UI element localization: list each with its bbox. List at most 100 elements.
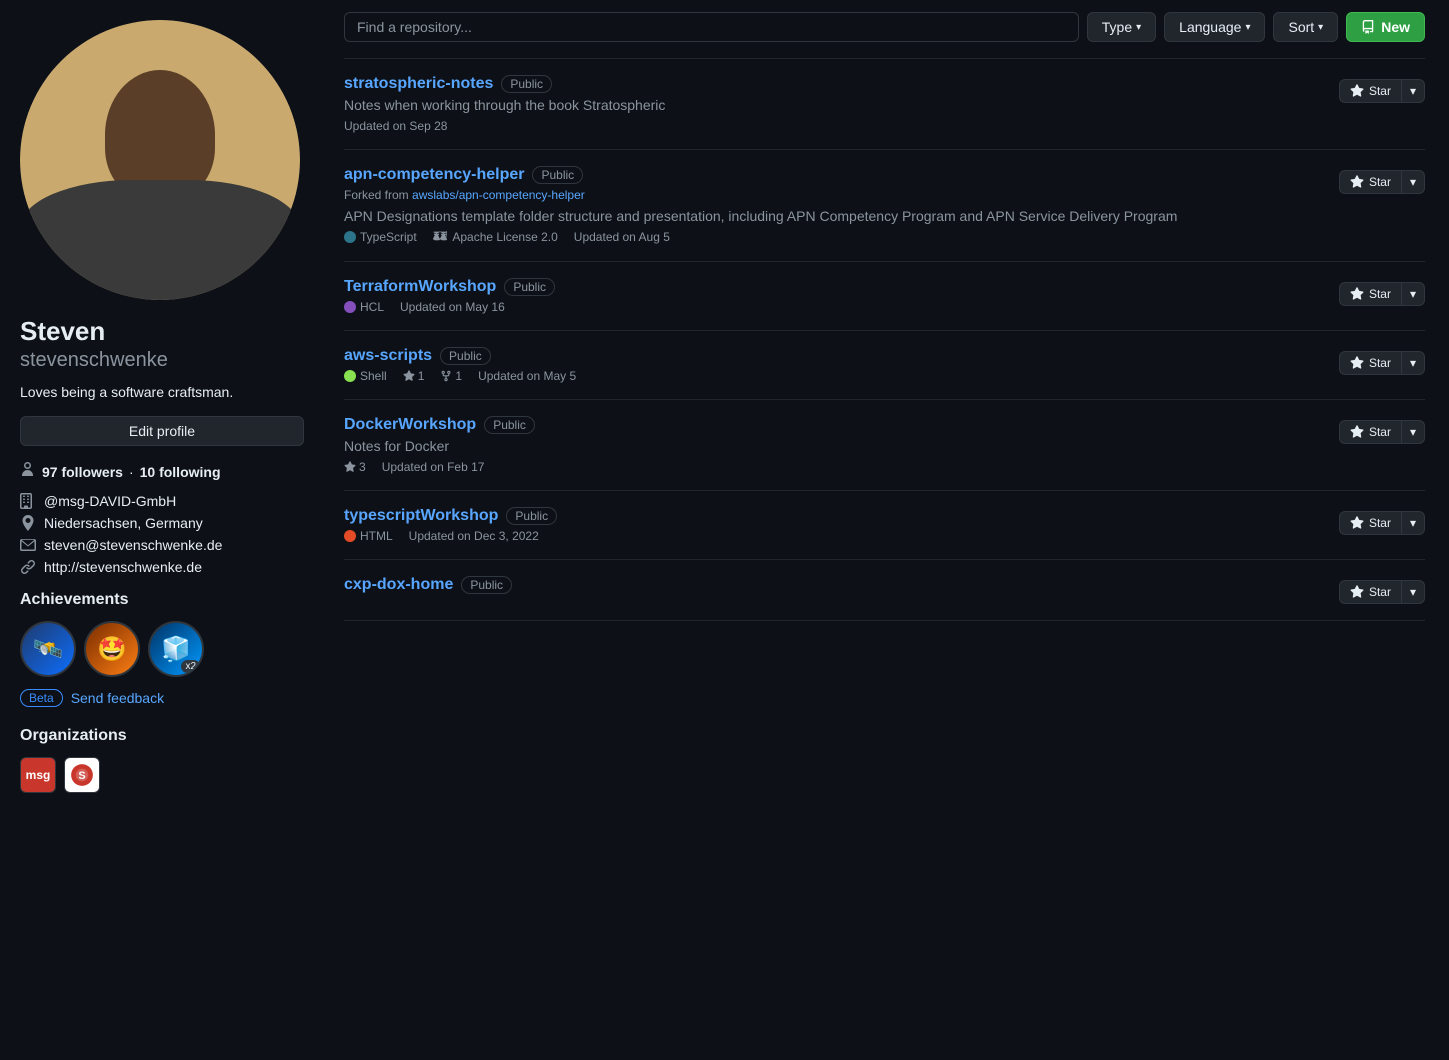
new-repo-icon: [1361, 20, 1375, 34]
repo-name-link[interactable]: DockerWorkshop: [344, 416, 476, 434]
repo-item: typescriptWorkshop Public HTML Updated o…: [344, 490, 1425, 559]
new-repo-button[interactable]: New: [1346, 12, 1425, 42]
repo-name-link[interactable]: cxp-dox-home: [344, 576, 453, 594]
repo-info: stratospheric-notes Public Notes when wo…: [344, 75, 1323, 133]
repo-actions: Star ▾: [1339, 170, 1425, 194]
avatar: 🙂: [20, 20, 300, 300]
repo-name-row: DockerWorkshop Public: [344, 416, 1323, 434]
badge-pair-extraordinaire[interactable]: 🛰️: [20, 621, 76, 677]
badge-starstruck[interactable]: 🤩: [84, 621, 140, 677]
star-icon: [1350, 425, 1364, 439]
search-input[interactable]: [344, 12, 1079, 42]
repo-updated: Updated on Sep 28: [344, 119, 447, 133]
repo-name-link[interactable]: typescriptWorkshop: [344, 507, 498, 525]
visibility-badge: Public: [484, 416, 535, 434]
repo-info: aws-scripts Public Shell 1 1: [344, 347, 1323, 383]
repo-info: typescriptWorkshop Public HTML Updated o…: [344, 507, 1323, 543]
visibility-badge: Public: [501, 75, 552, 93]
visibility-badge: Public: [532, 166, 583, 184]
repo-name-row: cxp-dox-home Public: [344, 576, 1323, 594]
visibility-badge: Public: [504, 278, 555, 296]
followers-row: 97 followers · 10 following: [20, 462, 304, 481]
sort-chevron-icon: ▾: [1318, 22, 1323, 33]
star-button[interactable]: Star: [1339, 79, 1401, 103]
repo-stars: 3: [344, 460, 366, 474]
user-bio: Loves being a software craftsman.: [20, 384, 304, 400]
star-icon: [1350, 84, 1364, 98]
people-icon: [20, 462, 36, 481]
repo-name-link[interactable]: aws-scripts: [344, 347, 432, 365]
star-button[interactable]: Star: [1339, 420, 1401, 444]
type-dropdown-button[interactable]: Type ▾: [1087, 12, 1156, 42]
repo-fork: Forked from awslabs/apn-competency-helpe…: [344, 188, 1323, 202]
location: Niedersachsen, Germany: [44, 515, 203, 531]
meta-location: Niedersachsen, Germany: [20, 515, 304, 531]
org-msg-avatar[interactable]: msg: [20, 757, 56, 793]
beta-tag: Beta: [20, 689, 63, 707]
sidebar: 🙂 Steven stevenschwenke Loves being a so…: [0, 0, 320, 1060]
following-link[interactable]: 10 following: [140, 464, 221, 480]
language-dot: [344, 370, 356, 382]
language-dot: [344, 301, 356, 313]
meta-list: @msg-DAVID-GmbH Niedersachsen, Germany s…: [20, 493, 304, 575]
language-dot: [344, 530, 356, 542]
visibility-badge: Public: [461, 576, 512, 594]
website-link[interactable]: http://stevenschwenke.de: [44, 559, 202, 575]
sort-dropdown-button[interactable]: Sort ▾: [1273, 12, 1338, 42]
repo-item: TerraformWorkshop Public HCL Updated on …: [344, 261, 1425, 330]
star-count-icon: [403, 370, 415, 382]
star-button[interactable]: Star: [1339, 351, 1401, 375]
star-button[interactable]: Star: [1339, 580, 1401, 604]
svg-text:S: S: [78, 770, 85, 782]
fork-icon: [440, 370, 452, 382]
repo-updated: Updated on May 5: [478, 369, 576, 383]
star-dropdown-button[interactable]: ▾: [1401, 580, 1425, 604]
star-dropdown-button[interactable]: ▾: [1401, 511, 1425, 535]
main-content: Type ▾ Language ▾ Sort ▾ New: [320, 0, 1449, 1060]
repo-actions: Star ▾: [1339, 511, 1425, 535]
repo-name-link[interactable]: TerraformWorkshop: [344, 278, 496, 296]
repo-name-row: stratospheric-notes Public: [344, 75, 1323, 93]
star-dropdown-button[interactable]: ▾: [1401, 282, 1425, 306]
org-red-avatar[interactable]: S: [64, 757, 100, 793]
star-dropdown-button[interactable]: ▾: [1401, 170, 1425, 194]
fork-source-link[interactable]: awslabs/apn-competency-helper: [412, 188, 585, 202]
beta-row: Beta Send feedback: [20, 689, 304, 707]
organizations-row: msg S: [20, 757, 304, 793]
repo-name-row: TerraformWorkshop Public: [344, 278, 1323, 296]
repo-name-link[interactable]: stratospheric-notes: [344, 75, 493, 93]
repo-description: Notes when working through the book Stra…: [344, 97, 1323, 113]
repo-name-link[interactable]: apn-competency-helper: [344, 166, 524, 184]
repo-name-row: apn-competency-helper Public: [344, 166, 1323, 184]
edit-profile-button[interactable]: Edit profile: [20, 416, 304, 446]
badge-1-icon: 🛰️: [22, 623, 74, 675]
repo-name-row: aws-scripts Public: [344, 347, 1323, 365]
star-dropdown-button[interactable]: ▾: [1401, 79, 1425, 103]
visibility-badge: Public: [506, 507, 557, 525]
language-dot: [344, 231, 356, 243]
meta-website: http://stevenschwenke.de: [20, 559, 304, 575]
badge-arctic[interactable]: 🧊 x2: [148, 621, 204, 677]
followers-link[interactable]: 97 followers: [42, 464, 123, 480]
organizations-title: Organizations: [20, 727, 304, 745]
repo-item: DockerWorkshop Public Notes for Docker 3…: [344, 399, 1425, 490]
star-icon: [1350, 516, 1364, 530]
language-dropdown-button[interactable]: Language ▾: [1164, 12, 1265, 42]
smiley-icon: 🙂: [263, 267, 288, 292]
visibility-badge: Public: [440, 347, 491, 365]
achievements-title: Achievements: [20, 591, 304, 609]
repo-stars: 1: [403, 369, 425, 383]
star-button[interactable]: Star: [1339, 511, 1401, 535]
email-link[interactable]: steven@stevenschwenke.de: [44, 537, 222, 553]
repo-info: TerraformWorkshop Public HCL Updated on …: [344, 278, 1323, 314]
star-button[interactable]: Star: [1339, 282, 1401, 306]
star-dropdown-button[interactable]: ▾: [1401, 420, 1425, 444]
star-dropdown-button[interactable]: ▾: [1401, 351, 1425, 375]
repo-actions: Star ▾: [1339, 580, 1425, 604]
star-icon: [1350, 356, 1364, 370]
repo-meta: HTML Updated on Dec 3, 2022: [344, 529, 1323, 543]
send-feedback-link[interactable]: Send feedback: [71, 690, 164, 706]
meta-org: @msg-DAVID-GmbH: [20, 493, 304, 509]
repo-updated: Updated on Aug 5: [574, 230, 670, 244]
star-button[interactable]: Star: [1339, 170, 1401, 194]
